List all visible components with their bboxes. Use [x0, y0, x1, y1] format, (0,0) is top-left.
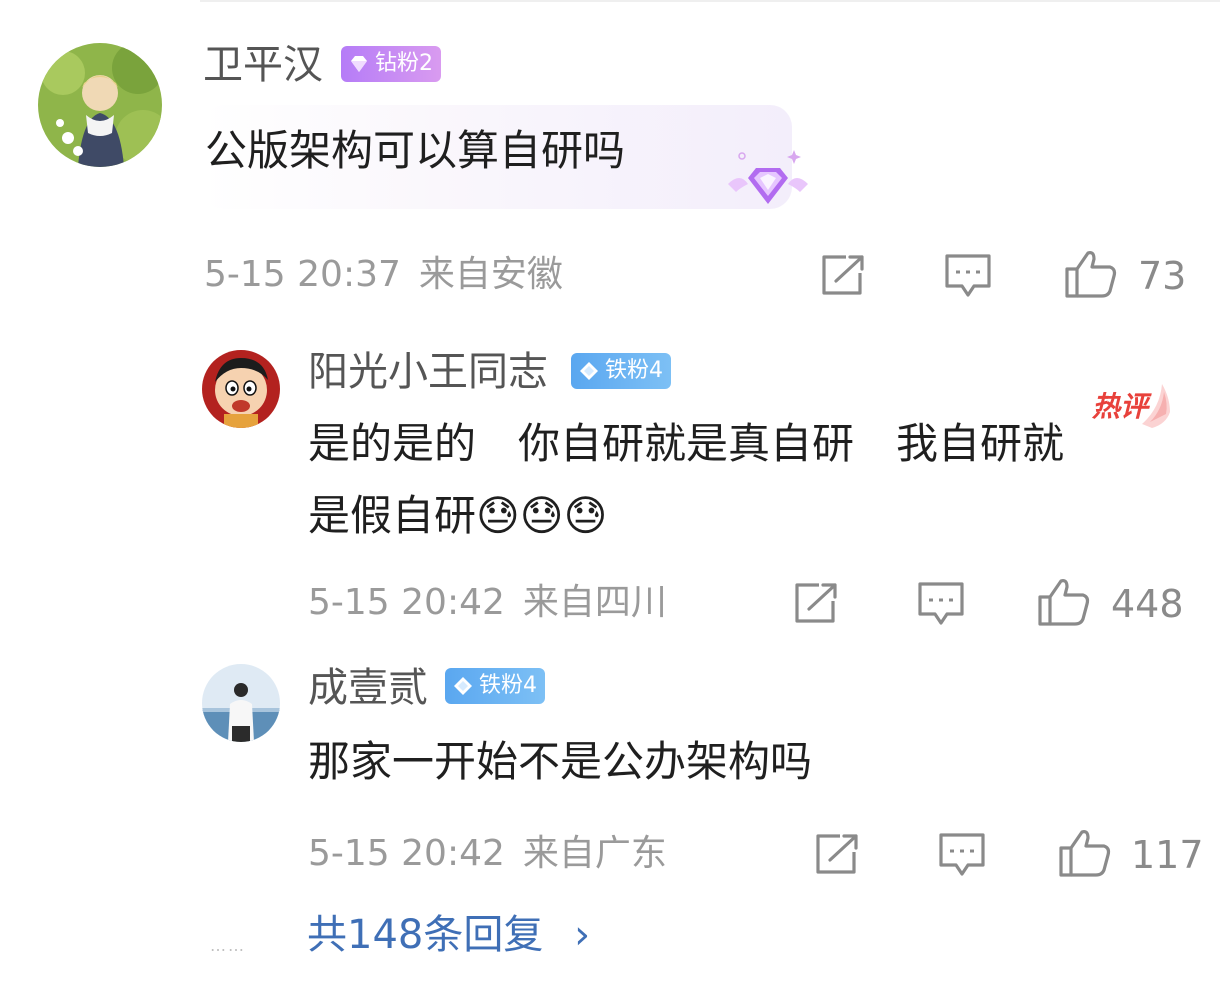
- comment-text: 公版架构可以算自研吗: [205, 126, 626, 175]
- reply-text: 是的是的 你自研就是真自研 我自研就 是假自研😓😓😓: [308, 408, 1064, 552]
- reply-time: 5-15 20:42: [308, 582, 505, 623]
- thumbs-up-icon[interactable]: [1058, 828, 1112, 878]
- like-count: 448: [1111, 582, 1184, 626]
- comment-time: 5-15 20:37: [204, 254, 401, 295]
- reply-username[interactable]: 成壹贰: [308, 668, 428, 708]
- diamond-gem-icon: [351, 56, 367, 72]
- fan-badge-label: 铁粉4: [479, 673, 537, 698]
- reply-username[interactable]: 阳光小王同志: [308, 352, 548, 392]
- reply-location: 来自四川: [522, 582, 667, 623]
- comment-username[interactable]: 卫平汉: [203, 45, 323, 85]
- more-replies-dots: ……: [210, 936, 246, 955]
- reply-text: 那家一开始不是公办架构吗: [308, 737, 813, 786]
- comment-meta: 5-15 20:37 来自安徽: [204, 257, 563, 293]
- comment-icon[interactable]: [917, 581, 965, 627]
- comment-icon[interactable]: [944, 253, 992, 299]
- reply-location: 来自广东: [522, 833, 667, 874]
- more-replies-label: 共148条回复: [307, 912, 544, 958]
- reply-text-line: 是的是的 你自研就是真自研 我自研就: [308, 419, 1065, 468]
- comment-icon[interactable]: [938, 832, 986, 878]
- diamond-decoration-icon: [728, 150, 808, 204]
- fan-badge[interactable]: 铁粉4: [571, 353, 671, 389]
- diamond-gem-icon: [454, 677, 472, 695]
- hot-comment-badge: 热评: [1091, 384, 1170, 428]
- thumbs-up-icon[interactable]: [1064, 249, 1118, 299]
- avatar[interactable]: [38, 43, 162, 167]
- comment-location: 来自安徽: [418, 254, 563, 295]
- reply-text-line: 是假自研😓😓😓: [308, 491, 608, 540]
- reply-meta: 5-15 20:42 来自四川: [308, 585, 667, 621]
- share-icon[interactable]: [793, 581, 841, 625]
- more-replies-link[interactable]: 共148条回复 ›: [307, 915, 590, 955]
- hot-comment-label: 热评: [1091, 390, 1152, 423]
- fan-badge-label: 铁粉4: [605, 358, 663, 383]
- avatar[interactable]: [202, 664, 280, 742]
- thumbs-up-icon[interactable]: [1037, 577, 1091, 627]
- chevron-right-icon: ›: [574, 912, 591, 958]
- reply-meta: 5-15 20:42 来自广东: [308, 836, 667, 872]
- avatar[interactable]: [202, 350, 280, 428]
- fan-badge[interactable]: 钻粉2: [341, 46, 441, 82]
- fan-badge-label: 钻粉2: [375, 51, 433, 76]
- diamond-gem-icon: [580, 362, 598, 380]
- fan-badge[interactable]: 铁粉4: [445, 668, 545, 704]
- share-icon[interactable]: [814, 832, 862, 876]
- divider: [200, 0, 1220, 2]
- like-count: 117: [1131, 833, 1204, 877]
- share-icon[interactable]: [820, 253, 868, 297]
- like-count: 73: [1138, 254, 1187, 298]
- reply-time: 5-15 20:42: [308, 833, 505, 874]
